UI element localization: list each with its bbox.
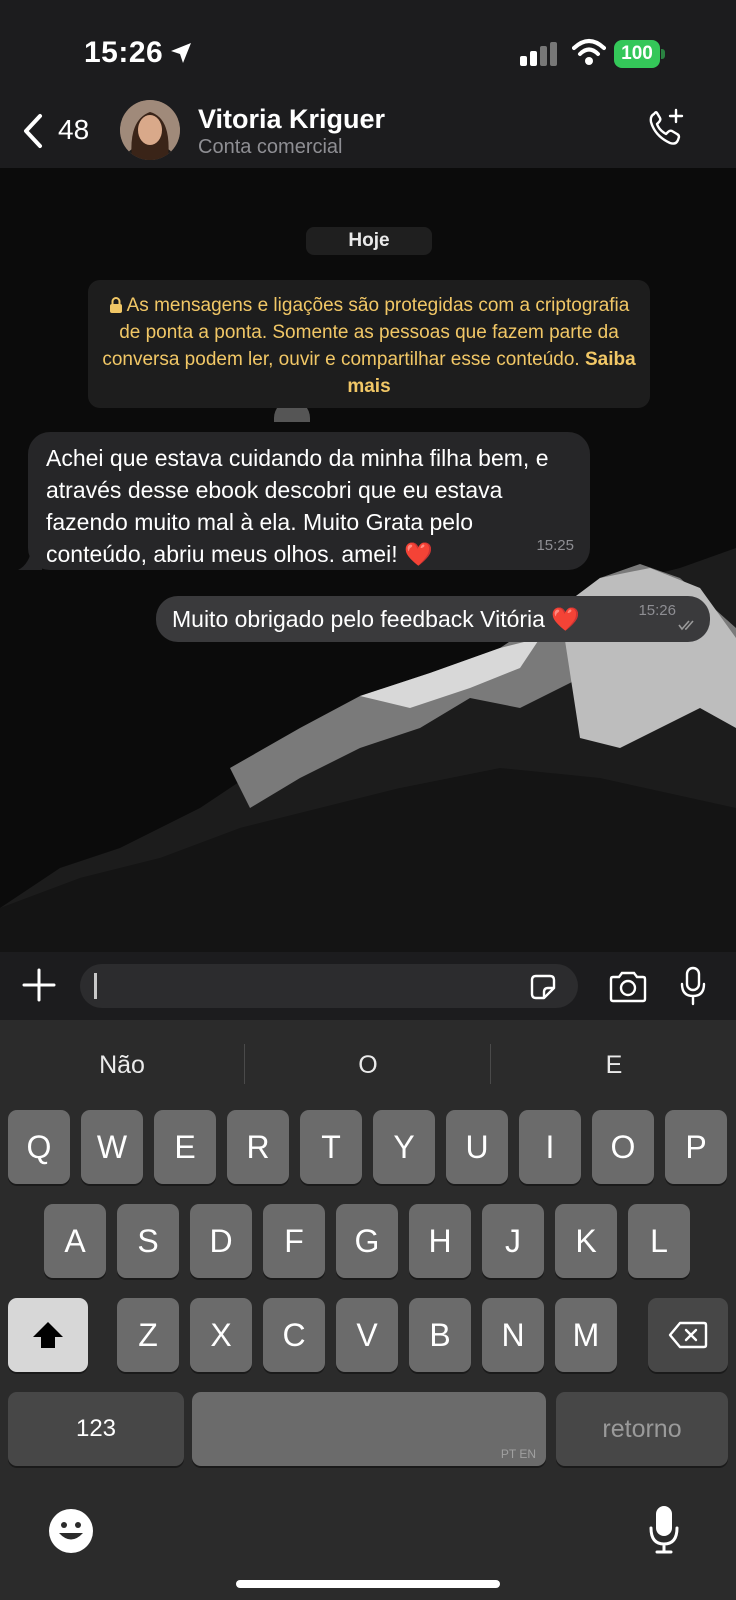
key-w[interactable]: W: [81, 1110, 143, 1184]
dictation-microphone-icon[interactable]: [648, 1504, 680, 1554]
key-b[interactable]: B: [409, 1298, 471, 1372]
battery-level: 100: [614, 40, 660, 68]
microphone-icon[interactable]: [678, 966, 708, 1006]
key-d[interactable]: D: [190, 1204, 252, 1278]
key-u[interactable]: U: [446, 1110, 508, 1184]
status-time: 15:26: [84, 36, 164, 69]
suggestion-divider: [244, 1044, 245, 1084]
key-f[interactable]: F: [263, 1204, 325, 1278]
suggestion-1[interactable]: Não: [0, 1042, 244, 1088]
chat-header: 48 Vitoria Kriguer Conta comercial: [0, 98, 736, 168]
back-unread-count[interactable]: 48: [58, 114, 89, 146]
text-cursor: [94, 973, 97, 999]
contact-subtitle: Conta comercial: [198, 136, 343, 158]
message-composer: [0, 952, 736, 1020]
keyboard: Não O E Q W E R T Y U I O P A S D F G H …: [0, 1020, 736, 1600]
key-o[interactable]: O: [592, 1110, 654, 1184]
key-t[interactable]: T: [300, 1110, 362, 1184]
key-v[interactable]: V: [336, 1298, 398, 1372]
key-e[interactable]: E: [154, 1110, 216, 1184]
location-arrow-icon: [171, 43, 191, 63]
suggestion-divider: [490, 1044, 491, 1084]
key-r[interactable]: R: [227, 1110, 289, 1184]
key-l[interactable]: L: [628, 1204, 690, 1278]
delete-key[interactable]: [648, 1298, 728, 1372]
encryption-notice-text: As mensagens e ligações são protegidas c…: [102, 295, 630, 370]
space-language-label: PT EN: [500, 1447, 536, 1461]
key-h[interactable]: H: [409, 1204, 471, 1278]
message-text: Achei que estava cuidando da minha filha…: [46, 445, 549, 567]
key-x[interactable]: X: [190, 1298, 252, 1372]
sticker-icon[interactable]: [528, 972, 558, 1002]
key-c[interactable]: C: [263, 1298, 325, 1372]
suggestion-2[interactable]: O: [246, 1042, 490, 1088]
key-y[interactable]: Y: [373, 1110, 435, 1184]
message-time: 15:25: [536, 537, 574, 554]
status-bar: 15:26 100: [0, 0, 736, 98]
message-time: 15:26: [638, 602, 676, 619]
message-text: Muito obrigado pelo feedback Vitória ❤️: [172, 606, 580, 632]
emoji-icon[interactable]: [48, 1508, 94, 1554]
key-z[interactable]: Z: [117, 1298, 179, 1372]
contact-name[interactable]: Vitoria Kriguer: [198, 104, 385, 135]
lock-icon: [109, 297, 122, 313]
date-separator: Hoje: [306, 227, 432, 255]
wifi-icon: [572, 39, 606, 65]
message-incoming[interactable]: Achei que estava cuidando da minha filha…: [18, 432, 590, 570]
shift-icon: [33, 1322, 63, 1348]
camera-icon[interactable]: [608, 970, 648, 1004]
key-g[interactable]: G: [336, 1204, 398, 1278]
message-outgoing[interactable]: Muito obrigado pelo feedback Vitória ❤️ …: [156, 596, 710, 642]
add-call-icon[interactable]: [646, 108, 686, 148]
key-q[interactable]: Q: [8, 1110, 70, 1184]
key-a[interactable]: A: [44, 1204, 106, 1278]
battery-tip: [661, 49, 665, 59]
chat-area[interactable]: Hoje As mensagens e ligações são protegi…: [0, 168, 736, 952]
key-j[interactable]: J: [482, 1204, 544, 1278]
avatar[interactable]: [120, 100, 180, 160]
key-m[interactable]: M: [555, 1298, 617, 1372]
key-k[interactable]: K: [555, 1204, 617, 1278]
bubble-tail: [18, 546, 42, 570]
suggestion-3[interactable]: E: [492, 1042, 736, 1088]
key-s[interactable]: S: [117, 1204, 179, 1278]
backspace-icon: [668, 1321, 708, 1349]
home-indicator: [236, 1580, 500, 1588]
double-check-icon: [678, 620, 694, 631]
key-p[interactable]: P: [665, 1110, 727, 1184]
message-input[interactable]: [80, 964, 578, 1008]
return-key[interactable]: retorno: [556, 1392, 728, 1466]
shift-key[interactable]: [8, 1298, 88, 1372]
chevron-left-icon[interactable]: [20, 112, 46, 150]
space-key[interactable]: PT EN: [192, 1392, 546, 1466]
cellular-signal-icon: [520, 42, 557, 66]
encryption-notice[interactable]: As mensagens e ligações são protegidas c…: [88, 280, 650, 408]
key-i[interactable]: I: [519, 1110, 581, 1184]
numbers-key[interactable]: 123: [8, 1392, 184, 1466]
key-n[interactable]: N: [482, 1298, 544, 1372]
suggestion-bar: Não O E: [0, 1020, 736, 1110]
battery-indicator: 100: [614, 40, 665, 68]
plus-icon[interactable]: [22, 968, 56, 1002]
